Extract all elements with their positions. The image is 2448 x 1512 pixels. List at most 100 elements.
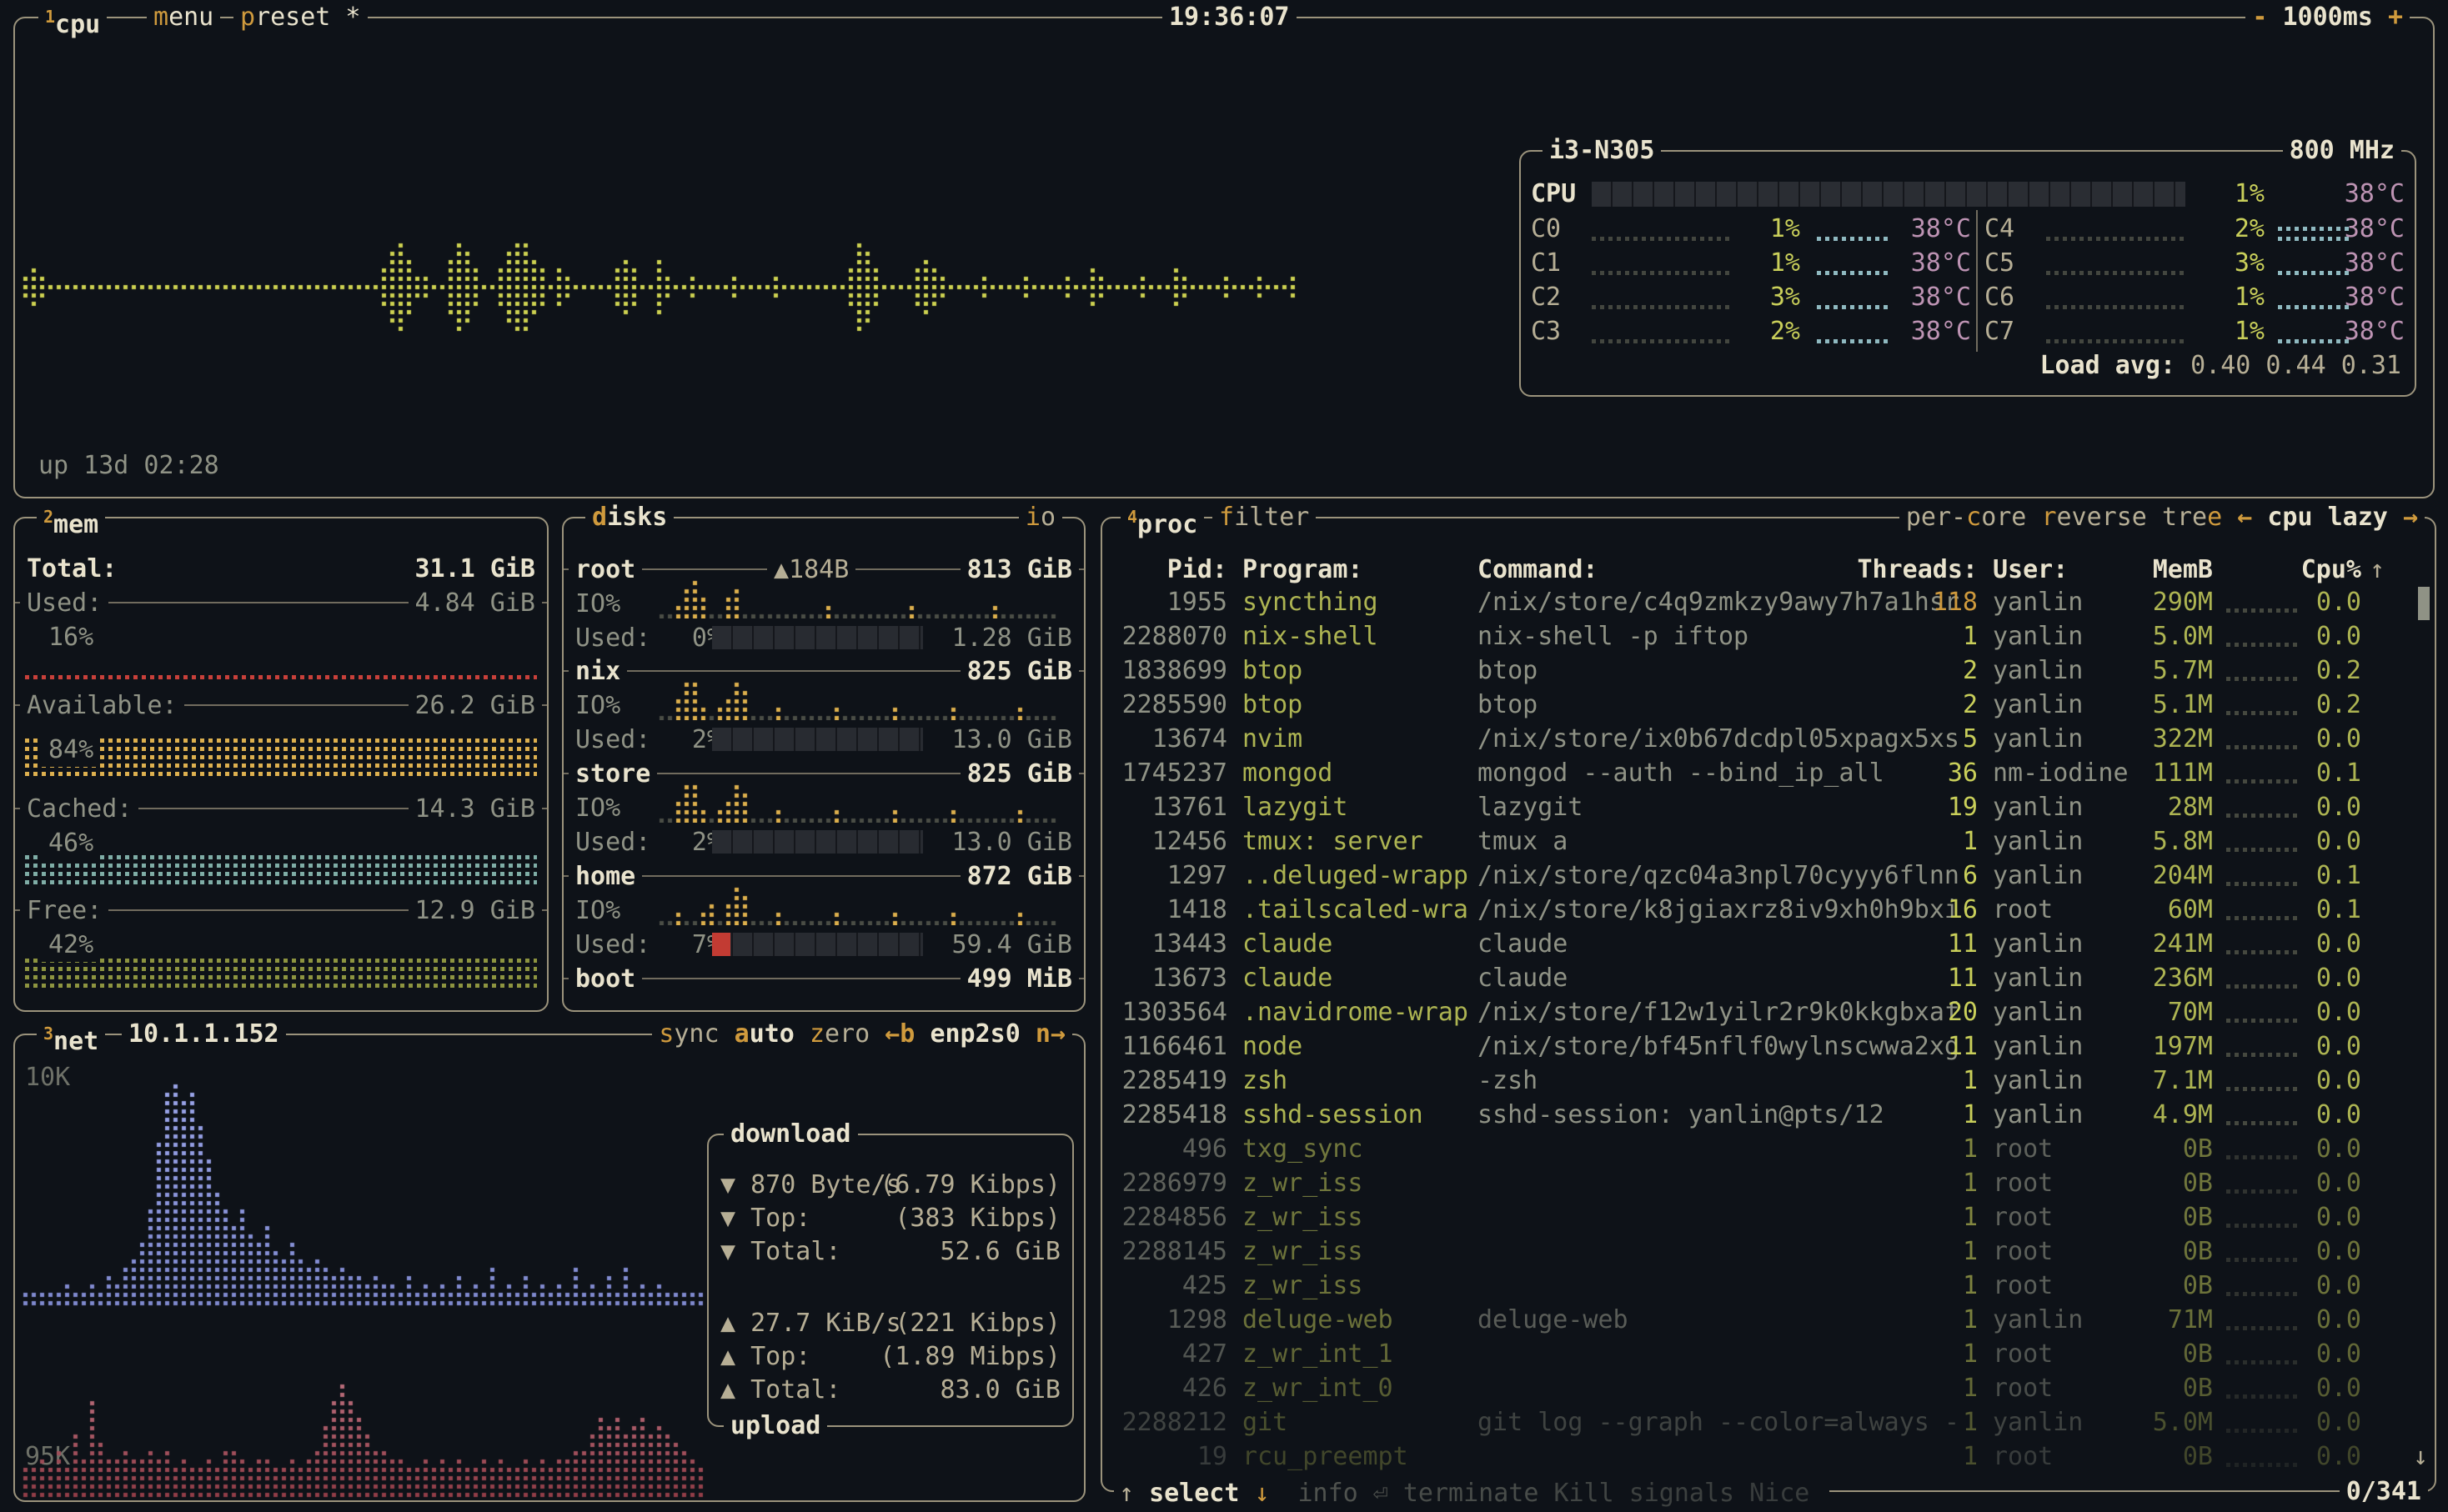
sync-button[interactable]: sync <box>659 1019 719 1049</box>
reverse-button[interactable]: reverse <box>2041 503 2146 532</box>
process-row[interactable]: 2288070nix-shellnix-shell -p iftop1yanli… <box>1102 619 2435 653</box>
mem-usage-band <box>25 864 537 868</box>
process-row[interactable]: 1955syncthing/nix/store/c4q9zmkzy9awy7h7… <box>1102 585 2435 619</box>
filter-button[interactable]: filter <box>1212 500 1316 534</box>
col-pid[interactable]: Pid: <box>1116 553 1227 587</box>
cpu-total-pct: 1% <box>2181 177 2265 211</box>
process-row[interactable]: 13674nvim/nix/store/ix0b67dcdpl05xpagx5x… <box>1102 722 2435 756</box>
disks-panel: disks io root▲184B813 GiBIO%Used:0%1.28 … <box>562 517 1086 1012</box>
mem-usage-band <box>25 675 537 679</box>
process-row[interactable]: 427z_wr_int_11root0B0.0 <box>1102 1337 2435 1371</box>
footer-action-kill[interactable]: Kill <box>1553 1479 1613 1508</box>
scroll-down-icon[interactable]: ↓ <box>2413 1439 2438 1474</box>
download-stat-label: ▼ Total: <box>720 1234 841 1269</box>
core-history-meter <box>2046 339 2186 343</box>
download-stat-value: (6.79 Kibps) <box>880 1168 1061 1202</box>
col-cpu[interactable]: Cpu% <box>2300 553 2361 587</box>
col-threads[interactable]: Threads: <box>1828 553 1978 587</box>
scrollbar-thumb[interactable] <box>2418 587 2430 620</box>
sort-prev-button[interactable]: ← <box>2237 503 2252 532</box>
disk-name: home <box>569 859 642 894</box>
core-history-meter <box>1592 271 1732 275</box>
process-row[interactable]: 1418.tailscaled-wra/nix/store/k8jgiaxrz8… <box>1102 893 2435 927</box>
core-history-meter <box>2046 305 2186 309</box>
mem-usage-band <box>25 880 537 884</box>
disks-panel-title[interactable]: disks <box>585 500 674 534</box>
process-row[interactable]: 425z_wr_iss1root0B0.0 <box>1102 1269 2435 1303</box>
process-row[interactable]: 2286979z_wr_iss1root0B0.0 <box>1102 1166 2435 1200</box>
cpu-panel-title[interactable]: 1cpu <box>38 0 107 34</box>
footer-action-signals[interactable]: signals <box>1629 1479 1734 1508</box>
transfer-stats-panel: download upload ▼ 870 Byte/s(6.79 Kibps)… <box>707 1134 1074 1427</box>
ip-address: 10.1.1.152 <box>122 1017 286 1051</box>
zero-button[interactable]: zero <box>810 1019 870 1049</box>
mem-section-label: Available: <box>20 688 184 723</box>
process-row[interactable]: 1297..deluged-wrapp/nix/store/qzc04a3npl… <box>1102 859 2435 893</box>
mem-section-percent: 16% <box>42 620 100 654</box>
process-row[interactable]: 1303564.navidrome-wrap/nix/store/f12w1yi… <box>1102 995 2435 1029</box>
footer-action-[interactable]: ↑ <box>1119 1479 1134 1508</box>
per-core-button[interactable]: per-core <box>1906 503 2027 532</box>
menu-button[interactable]: menu <box>147 0 220 34</box>
memory-panel-title[interactable]: 2mem <box>37 500 105 534</box>
interval-minus-button[interactable]: - <box>2252 3 2267 32</box>
process-row[interactable]: 426z_wr_int_01root0B0.0 <box>1102 1371 2435 1405</box>
footer-action-select[interactable]: select <box>1149 1479 1239 1508</box>
process-panel-title[interactable]: 4proc <box>1121 500 1204 534</box>
process-row[interactable]: 1838699btopbtop2yanlin5.7M0.2 <box>1102 653 2435 688</box>
footer-action-nice[interactable]: Nice <box>1749 1479 1809 1508</box>
process-row[interactable]: 2285418sshd-sessionsshd-session: yanlin@… <box>1102 1098 2435 1132</box>
process-row[interactable]: 13673claudeclaude11yanlin236M0.0 <box>1102 961 2435 995</box>
io-mode-button[interactable]: io <box>1019 500 1062 534</box>
process-row[interactable]: 1166461node/nix/store/bf45nflf0wylnscwwa… <box>1102 1029 2435 1064</box>
col-program[interactable]: Program: <box>1242 553 1467 587</box>
interval-plus-button[interactable]: + <box>2388 3 2403 32</box>
mem-section-value: 4.84 GiB <box>409 586 543 620</box>
mem-usage-band <box>25 984 537 988</box>
update-interval: - 1000ms + <box>2245 0 2410 34</box>
process-row[interactable]: 1745237mongodmongod --auth --bind_ip_all… <box>1102 756 2435 790</box>
col-command[interactable]: Command: <box>1477 553 1811 587</box>
next-interface-button[interactable]: n→ <box>1036 1019 1066 1049</box>
process-row[interactable]: 2285419zsh-zsh1yanlin7.1M0.0 <box>1102 1064 2435 1098</box>
process-row[interactable]: 12456tmux: servertmux a1yanlin5.8M0.0 <box>1102 824 2435 859</box>
process-row[interactable]: 496txg_sync1root0B0.0 <box>1102 1132 2435 1166</box>
process-row[interactable]: 13761lazygitlazygit19yanlin28M0.0 <box>1102 790 2435 824</box>
tree-button[interactable]: tree <box>2162 503 2222 532</box>
col-memb[interactable]: MemB <box>2119 553 2213 587</box>
disk-io-sparkline <box>655 578 1072 618</box>
process-row[interactable]: 13443claudeclaude11yanlin241M0.0 <box>1102 927 2435 961</box>
process-row[interactable]: 2288212gitgit log --graph --color=always… <box>1102 1405 2435 1439</box>
network-panel-title[interactable]: 3net <box>37 1017 105 1051</box>
process-row[interactable]: 2285590btopbtop2yanlin5.1M0.2 <box>1102 688 2435 722</box>
upload-stat-value: 83.0 GiB <box>941 1373 1061 1407</box>
disk-io-sparkline <box>655 783 1072 823</box>
footer-action-info[interactable]: info ⏎ <box>1298 1479 1388 1508</box>
footer-action-[interactable]: ↓ <box>1254 1479 1269 1508</box>
process-row[interactable]: 1298deluge-webdeluge-web1yanlin71M0.0 <box>1102 1303 2435 1337</box>
process-row[interactable]: 2288145z_wr_iss1root0B0.0 <box>1102 1234 2435 1269</box>
process-row[interactable]: 2284856z_wr_iss1root0B0.0 <box>1102 1200 2435 1234</box>
col-user[interactable]: User: <box>1993 553 2134 587</box>
btop-screen: 1cpu menu preset * 19:36:07 - 1000ms + u… <box>0 0 2448 1512</box>
download-stat-value: 52.6 GiB <box>941 1234 1061 1269</box>
mem-usage-band <box>25 872 537 876</box>
uptime: up 13d 02:28 <box>38 448 219 483</box>
disk-used-bar <box>712 626 923 649</box>
process-row[interactable]: 19rcu_preempt1root0B0.0 <box>1102 1439 2435 1474</box>
sort-next-button[interactable]: → <box>2403 503 2418 532</box>
auto-button[interactable]: auto <box>735 1019 795 1049</box>
core-history-meter <box>1592 339 1732 343</box>
footer-action-terminate[interactable]: terminate <box>1403 1479 1539 1508</box>
upload-graph <box>22 1310 709 1499</box>
preset-button[interactable]: preset * <box>233 0 368 34</box>
download-graph <box>22 1077 709 1307</box>
core-history-meter <box>2046 271 2186 275</box>
mem-usage-band <box>25 959 537 963</box>
download-title: download <box>730 1119 851 1149</box>
prev-interface-button[interactable]: ←b <box>885 1019 915 1049</box>
sort-direction-icon: ↑ <box>2370 553 2395 587</box>
interface-name: enp2s0 <box>930 1019 1035 1049</box>
upload-title: upload <box>730 1411 820 1440</box>
cpu-usage-graph <box>22 206 1306 364</box>
